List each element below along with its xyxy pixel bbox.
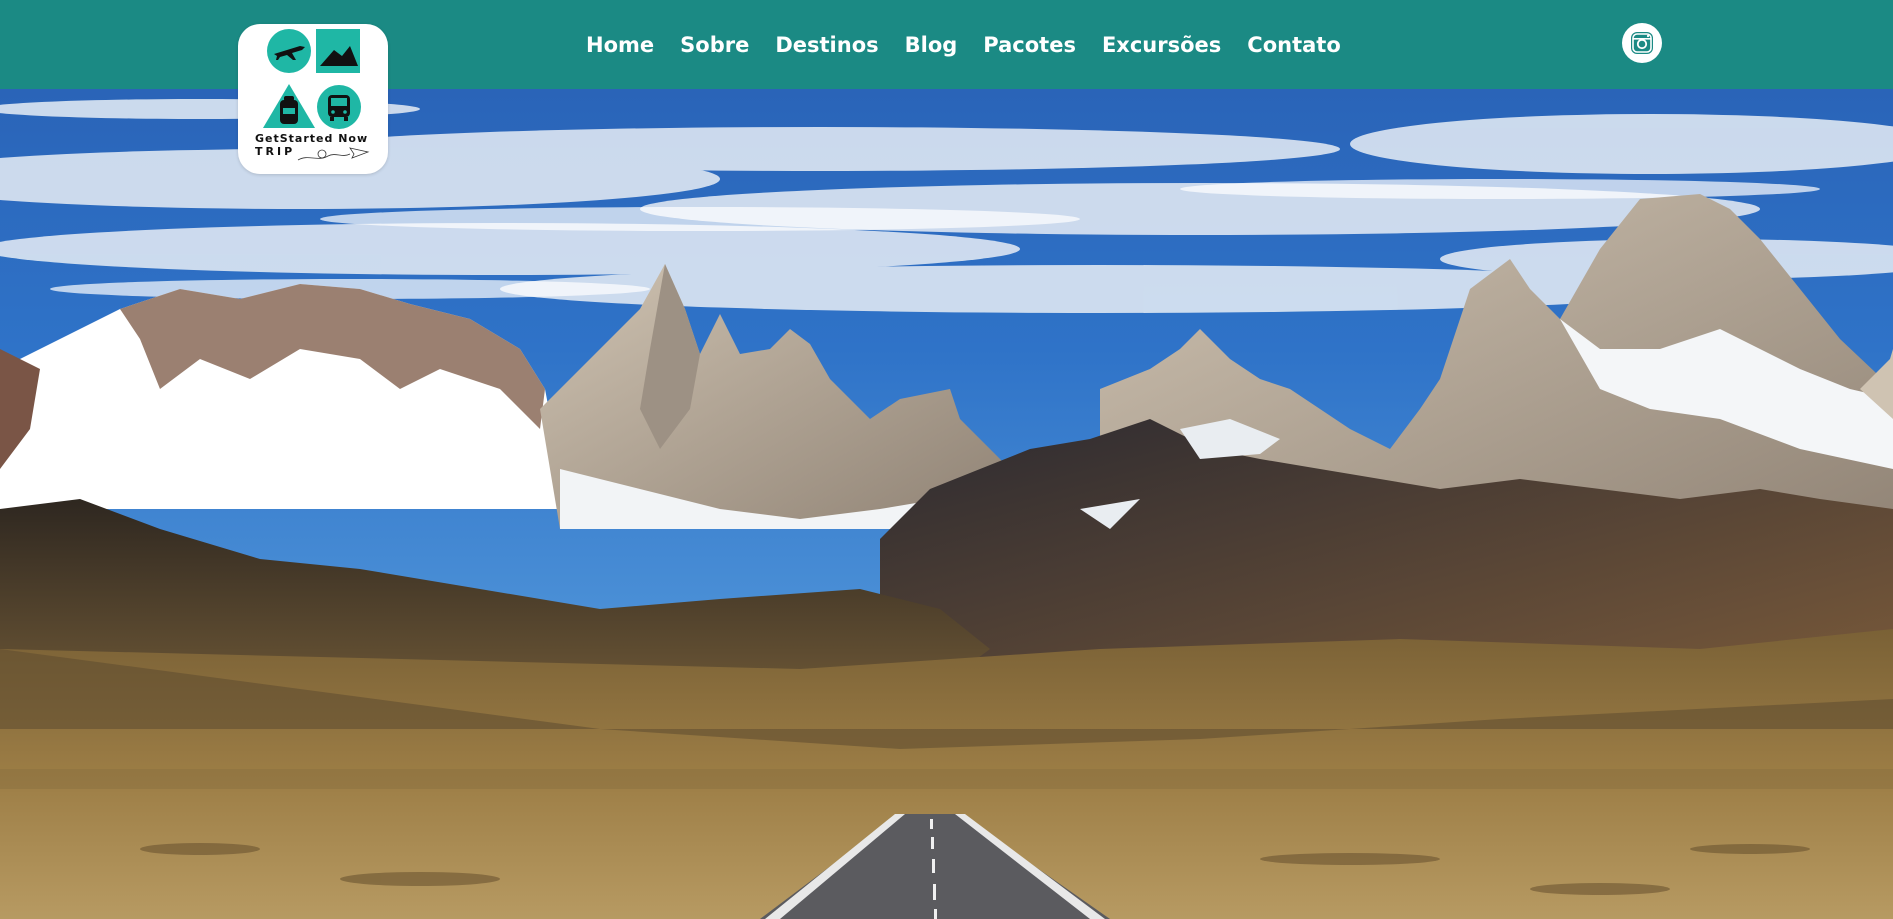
nav-link-sobre[interactable]: Sobre — [680, 33, 749, 57]
mountain-icon — [316, 29, 360, 73]
brand-name-line1: GetStarted Now — [255, 132, 369, 145]
nav-item-contato: Contato — [1247, 33, 1340, 57]
hero-image — [0, 89, 1893, 919]
bus-icon — [317, 85, 361, 129]
nav-item-home: Home — [586, 33, 654, 57]
nav-link-pacotes[interactable]: Pacotes — [983, 33, 1076, 57]
paper-plane-icon — [297, 147, 370, 161]
nav-item-pacotes: Pacotes — [983, 33, 1076, 57]
nav-link-blog[interactable]: Blog — [905, 33, 958, 57]
instagram-link[interactable] — [1622, 23, 1662, 63]
airplane-icon — [267, 29, 311, 73]
nav-link-destinos[interactable]: Destinos — [775, 33, 878, 57]
main-nav: Home Sobre Destinos Blog Pacotes Excursõ… — [586, 0, 1367, 89]
nav-item-sobre: Sobre — [680, 33, 749, 57]
brand-name-line2: TRIP — [255, 145, 296, 158]
instagram-icon — [1631, 32, 1653, 54]
nav-link-home[interactable]: Home — [586, 33, 654, 57]
nav-link-contato[interactable]: Contato — [1247, 33, 1340, 57]
hero-banner — [0, 89, 1893, 919]
nav-link-excursoes[interactable]: Excursões — [1102, 33, 1221, 57]
brand-logo[interactable]: GetStarted Now TRIP — [238, 24, 388, 174]
backpack-icon — [263, 84, 315, 128]
nav-item-destinos: Destinos — [775, 33, 878, 57]
nav-item-excursoes: Excursões — [1102, 33, 1221, 57]
nav-item-blog: Blog — [905, 33, 958, 57]
